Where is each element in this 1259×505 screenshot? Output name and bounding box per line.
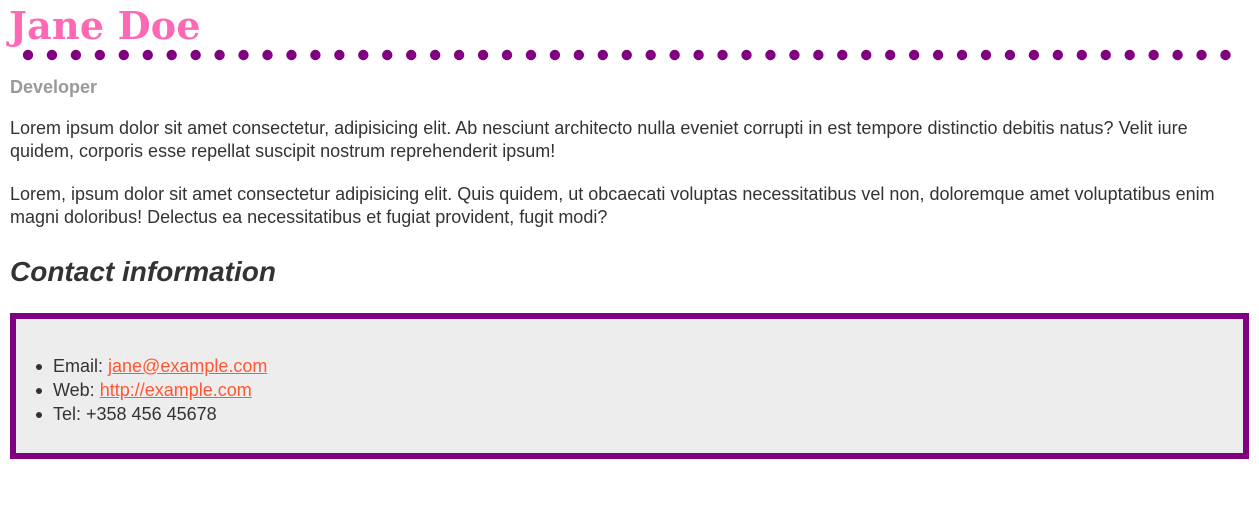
divider-dot (477, 49, 489, 61)
divider-dot (238, 49, 249, 61)
divider-dot (310, 49, 321, 61)
bio-paragraph: Lorem ipsum dolor sit amet consectetur, … (10, 118, 1188, 161)
divider-dot (980, 49, 992, 61)
bio-paragraph: Lorem, ipsum dolor sit amet consectetur … (10, 184, 1215, 227)
divider-dot (262, 49, 273, 61)
divider-dot (406, 49, 417, 61)
divider-dot (956, 49, 968, 61)
web-label: Web: (53, 380, 100, 400)
bullet-icon (36, 364, 42, 370)
divider-dot (1076, 49, 1088, 61)
divider-dot (22, 49, 34, 61)
divider-dot (693, 49, 704, 61)
divider-dot (765, 49, 776, 61)
divider-dot (717, 49, 728, 61)
divider-dot (118, 49, 129, 61)
divider-dot (358, 49, 369, 61)
job-title: Developer (10, 77, 98, 97)
contact-tel-item: Tel: +358 456 45678 (36, 402, 1243, 426)
divider-dot (1100, 49, 1111, 61)
divider-dot (549, 49, 561, 61)
divider-dot (669, 49, 680, 61)
divider-dot (885, 49, 896, 61)
divider-dot (1052, 49, 1064, 61)
contact-list: Email: jane@example.com Web: http://exam… (16, 354, 1243, 426)
bullet-icon (36, 388, 42, 394)
divider-dot (142, 49, 153, 61)
divider-dot (1124, 49, 1135, 61)
divider-dot (1148, 49, 1159, 61)
contact-heading: Contact information (10, 256, 276, 287)
divider-dot (932, 49, 944, 61)
divider-dot (1172, 49, 1183, 61)
divider-dot (429, 49, 441, 61)
divider-dot (286, 49, 297, 61)
divider-dot (1004, 49, 1016, 61)
tel-label: Tel: (53, 404, 87, 424)
divider-dot (190, 49, 201, 61)
divider-dot (597, 49, 608, 61)
divider-dot (525, 49, 537, 61)
divider-dot (813, 49, 824, 61)
divider-dot (908, 49, 920, 61)
email-link[interactable]: jane@example.com (108, 356, 267, 376)
divider-dot (382, 49, 393, 61)
divider-dot (1028, 49, 1040, 61)
divider-dot (741, 49, 752, 61)
web-link[interactable]: http://example.com (100, 380, 252, 400)
person-name: Jane Doe (9, 3, 201, 48)
contact-box: Email: jane@example.com Web: http://exam… (10, 313, 1249, 459)
divider-dot (334, 49, 345, 61)
divider-dot (1220, 49, 1231, 61)
divider-dot (861, 49, 872, 61)
email-label: Email: (53, 356, 109, 376)
bullet-icon (36, 412, 42, 418)
divider-dot (94, 49, 106, 61)
divider-dot (501, 49, 513, 61)
divider-dot (573, 49, 585, 61)
divider-dot (1196, 49, 1207, 61)
divider-dot (214, 49, 225, 61)
divider-dot (645, 49, 656, 61)
divider-dot (70, 49, 82, 61)
resume-page: Jane Doe Developer Lorem ipsum dolor sit… (9, 0, 1249, 459)
tel-value: +358 456 45678 (86, 404, 217, 424)
divider-dot (166, 49, 177, 61)
contact-email-item: Email: jane@example.com (36, 354, 1243, 378)
divider-dot (453, 49, 465, 61)
divider-dot (621, 49, 632, 61)
divider-dot (46, 49, 58, 61)
divider-dot (837, 49, 848, 61)
divider-dot (789, 49, 800, 61)
contact-web-item: Web: http://example.com (36, 378, 1243, 402)
